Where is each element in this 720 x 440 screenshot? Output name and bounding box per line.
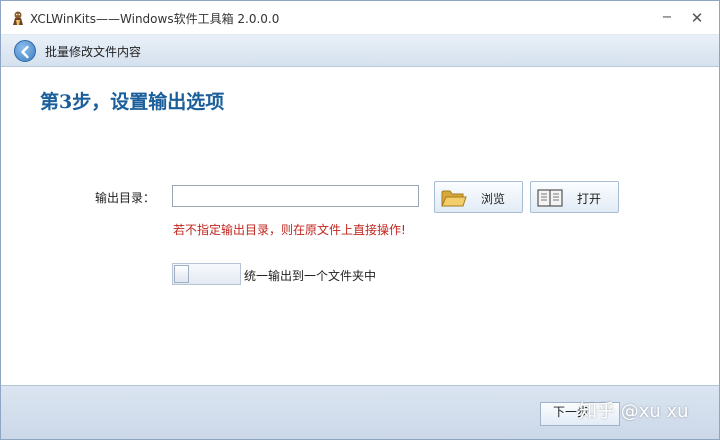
browse-button[interactable]: 浏览	[434, 181, 523, 213]
nav-title: 批量修改文件内容	[45, 45, 142, 59]
output-dir-label: 输出目录：	[95, 191, 156, 205]
folder-icon	[441, 190, 467, 207]
book-icon	[537, 189, 563, 207]
browse-label: 浏览	[481, 192, 506, 206]
warning-text: 若不指定输出目录，则在原文件上直接操作!	[173, 223, 406, 237]
minimize-button[interactable]: −	[657, 8, 677, 28]
app-logo-icon	[13, 11, 23, 25]
step-title: 第3步，设置输出选项	[40, 91, 225, 113]
title-bar: XCLWinKits——Windows软件工具箱 2.0.0.0 − ✕	[1, 1, 719, 35]
unify-output-toggle[interactable]	[172, 263, 241, 285]
nav-header: 批量修改文件内容	[1, 35, 719, 67]
app-window: XCLWinKits——Windows软件工具箱 2.0.0.0 − ✕ 批量修…	[0, 0, 720, 440]
back-arrow-icon	[21, 45, 29, 59]
back-button[interactable]	[14, 40, 36, 62]
window-title: XCLWinKits——Windows软件工具箱 2.0.0.0	[30, 12, 280, 26]
watermark: 知乎 @xu xu	[579, 401, 689, 422]
close-button[interactable]: ✕	[687, 8, 707, 28]
toggle-knob	[174, 265, 189, 283]
open-button[interactable]: 打开	[530, 181, 619, 213]
open-label: 打开	[577, 192, 602, 206]
output-dir-input[interactable]	[172, 185, 419, 207]
unify-output-label: 统一输出到一个文件夹中	[244, 269, 377, 283]
